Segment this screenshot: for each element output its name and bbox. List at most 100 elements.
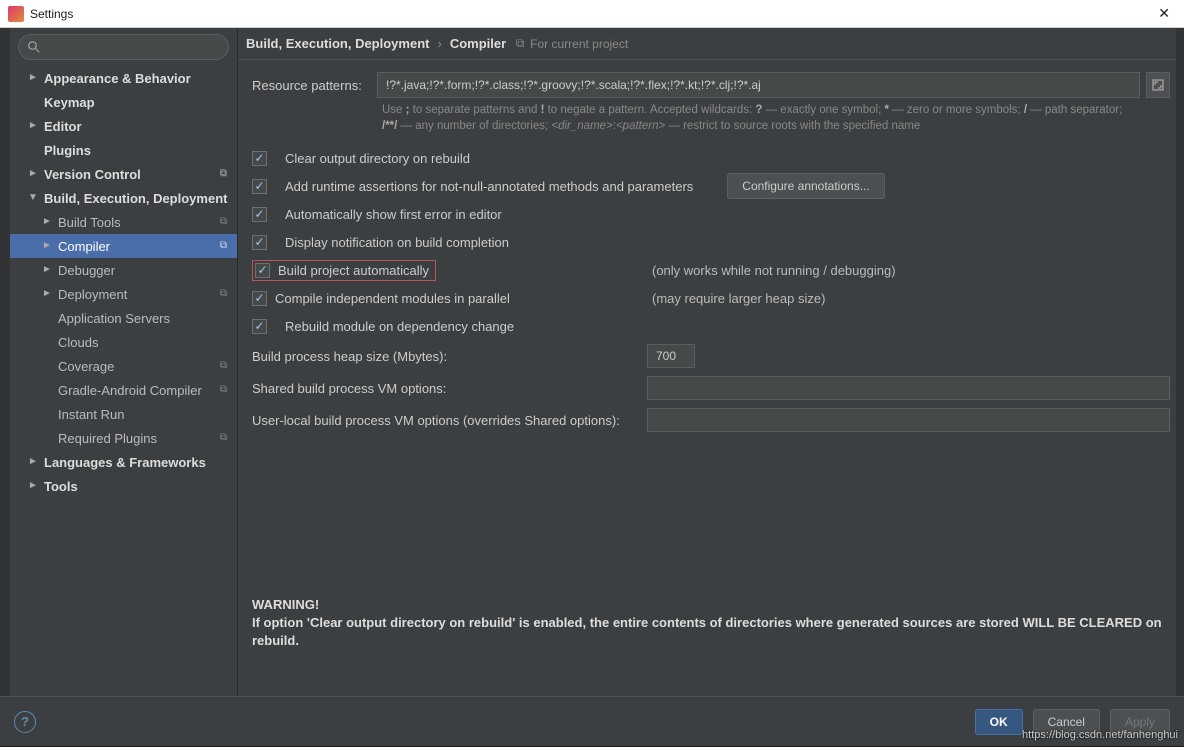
chevron-icon: ► xyxy=(42,288,52,299)
rebuild-dependency-checkbox[interactable]: ✓ xyxy=(252,319,267,334)
close-icon[interactable]: ✕ xyxy=(1152,3,1176,24)
tree-item-compiler[interactable]: ► Compiler ⧉ xyxy=(10,234,237,258)
shared-vm-label: Shared build process VM options: xyxy=(252,381,647,396)
tree-item-label: Plugins xyxy=(44,143,91,158)
app-icon xyxy=(8,6,24,22)
show-first-error-label[interactable]: Automatically show first error in editor xyxy=(285,207,502,222)
tree-item-label: Debugger xyxy=(58,263,115,278)
chevron-icon: ► xyxy=(42,216,52,227)
tree-item-label: Keymap xyxy=(44,95,95,110)
project-scope-icon: ⧉ xyxy=(220,360,227,371)
tree-item-version-control[interactable]: ► Version Control ⧉ xyxy=(10,162,237,186)
resource-patterns-hint: Use ; to separate patterns and ! to nega… xyxy=(382,102,1170,134)
window-title: Settings xyxy=(30,7,73,21)
resource-patterns-input[interactable] xyxy=(377,72,1140,98)
shared-vm-input[interactable] xyxy=(647,376,1170,400)
tree-item-label: Gradle-Android Compiler xyxy=(58,383,202,398)
build-auto-checkbox[interactable]: ✓ xyxy=(255,263,270,278)
breadcrumb-leaf: Compiler xyxy=(450,36,506,51)
project-scope-icon: ⧉ xyxy=(220,288,227,299)
tree-item-appearance-behavior[interactable]: ► Appearance & Behavior xyxy=(10,66,237,90)
tree-item-debugger[interactable]: ► Debugger xyxy=(10,258,237,282)
breadcrumb: Build, Execution, Deployment › Compiler … xyxy=(238,28,1184,60)
display-notification-label[interactable]: Display notification on build completion xyxy=(285,235,509,250)
tree-item-tools[interactable]: ►Tools xyxy=(10,474,237,498)
tree-item-label: Compiler xyxy=(58,239,110,254)
tree-item-label: Languages & Frameworks xyxy=(44,455,206,470)
tree-item-languages-frameworks[interactable]: ► Languages & Frameworks xyxy=(10,450,237,474)
runtime-assertions-checkbox[interactable]: ✓ xyxy=(252,179,267,194)
chevron-icon: ► xyxy=(42,264,52,275)
build-auto-highlight: ✓ Build project automatically xyxy=(252,260,436,281)
compile-parallel-checkbox[interactable]: ✓ xyxy=(252,291,267,306)
compile-parallel-note: (may require larger heap size) xyxy=(652,291,1170,306)
configure-annotations-button[interactable]: Configure annotations... xyxy=(727,173,884,199)
tree-item-required-plugins[interactable]: Required Plugins ⧉ xyxy=(10,426,237,450)
resource-patterns-label: Resource patterns: xyxy=(252,78,377,93)
project-scope-icon: ⧉ xyxy=(220,432,227,443)
chevron-icon: ► xyxy=(28,72,38,83)
tree-item-label: Application Servers xyxy=(58,311,170,326)
project-scope-icon: ⧉ xyxy=(220,216,227,227)
tree-item-instant-run[interactable]: Instant Run xyxy=(10,402,237,426)
chevron-icon: ► xyxy=(42,240,52,251)
tree-item-label: Appearance & Behavior xyxy=(44,71,191,86)
tree-item-label: Required Plugins xyxy=(58,431,157,446)
tree-item-deployment[interactable]: ► Deployment ⧉ xyxy=(10,282,237,306)
tree-item-build-tools[interactable]: ► Build Tools ⧉ xyxy=(10,210,237,234)
help-button[interactable]: ? xyxy=(14,711,36,733)
user-vm-input[interactable] xyxy=(647,408,1170,432)
show-first-error-checkbox[interactable]: ✓ xyxy=(252,207,267,222)
rebuild-dependency-label[interactable]: Rebuild module on dependency change xyxy=(285,319,514,334)
main-panel: Build, Execution, Deployment › Compiler … xyxy=(238,28,1184,696)
tree-item-label: Version Control xyxy=(44,167,141,182)
left-gutter xyxy=(0,28,10,696)
project-scope-icon: ⧉ xyxy=(220,240,227,251)
search-input[interactable] xyxy=(18,34,229,60)
tree-item-label: Build Tools xyxy=(58,215,121,230)
chevron-icon: ► xyxy=(28,168,38,179)
tree-item-label: Coverage xyxy=(58,359,114,374)
tree-item-plugins[interactable]: Plugins xyxy=(10,138,237,162)
sidebar: ► Appearance & Behavior Keymap ► Editor Plugi… xyxy=(10,28,238,696)
chevron-icon: ► xyxy=(28,120,38,131)
tree-item-editor[interactable]: ► Editor xyxy=(10,114,237,138)
user-vm-label: User-local build process VM options (ove… xyxy=(252,413,647,428)
compiler-settings: Resource patterns: Use ; to separate pat… xyxy=(238,60,1184,696)
chevron-icon: ► xyxy=(28,480,38,491)
clear-output-checkbox[interactable]: ✓ xyxy=(252,151,267,166)
titlebar: Settings ✕ xyxy=(0,0,1184,28)
chevron-icon: ► xyxy=(28,456,38,467)
warning-block: WARNING! If option 'Clear output directo… xyxy=(252,596,1170,650)
build-auto-note: (only works while not running / debuggin… xyxy=(652,263,1170,278)
expand-field-button[interactable] xyxy=(1146,72,1170,98)
tree-item-label: Deployment xyxy=(58,287,127,302)
breadcrumb-sep: › xyxy=(437,36,441,51)
tree-item-application-servers[interactable]: Application Servers xyxy=(10,306,237,330)
project-scope-icon: ⧉ xyxy=(220,168,227,179)
right-gutter xyxy=(1176,28,1184,696)
tree-item-build-execution-deployment[interactable]: ▼Build, Execution, Deployment xyxy=(10,186,237,210)
warning-title: WARNING! xyxy=(252,596,1170,614)
project-scope-icon: ⧉ xyxy=(220,384,227,395)
tree-item-label: Build, Execution, Deployment xyxy=(44,191,227,206)
tree-item-label: Instant Run xyxy=(58,407,125,422)
tree-item-gradle-android-compiler[interactable]: Gradle-Android Compiler ⧉ xyxy=(10,378,237,402)
watermark: https://blog.csdn.net/fanhenghui xyxy=(1022,729,1178,741)
display-notification-checkbox[interactable]: ✓ xyxy=(252,235,267,250)
build-auto-label[interactable]: Build project automatically xyxy=(278,263,429,278)
clear-output-label[interactable]: Clear output directory on rebuild xyxy=(285,151,470,166)
warning-text: If option 'Clear output directory on reb… xyxy=(252,614,1170,650)
heap-size-input[interactable] xyxy=(647,344,695,368)
tree-item-label: Clouds xyxy=(58,335,98,350)
compile-parallel-label[interactable]: Compile independent modules in parallel xyxy=(275,291,510,306)
breadcrumb-root: Build, Execution, Deployment xyxy=(246,36,429,51)
project-scope-icon: ⧉ xyxy=(514,38,526,50)
tree-item-coverage[interactable]: Coverage ⧉ xyxy=(10,354,237,378)
ok-button[interactable]: OK xyxy=(975,709,1023,735)
runtime-assertions-label[interactable]: Add runtime assertions for not-null-anno… xyxy=(285,179,693,194)
breadcrumb-project-note: ⧉ For current project xyxy=(514,37,628,51)
tree-item-clouds[interactable]: Clouds xyxy=(10,330,237,354)
tree-item-keymap[interactable]: Keymap xyxy=(10,90,237,114)
tree-item-label: Editor xyxy=(44,119,82,134)
